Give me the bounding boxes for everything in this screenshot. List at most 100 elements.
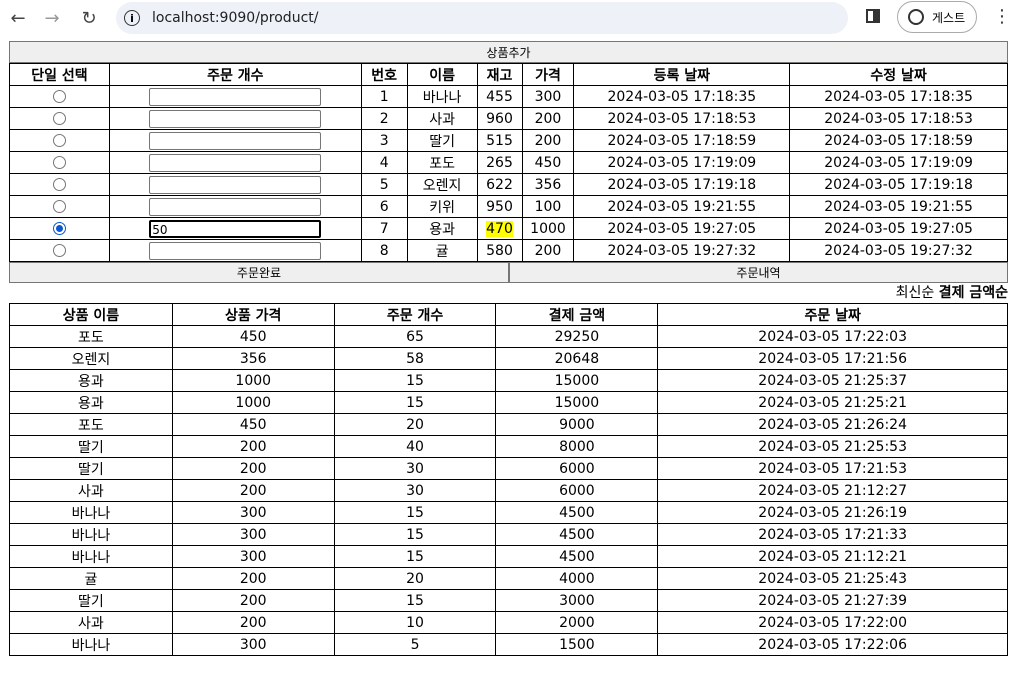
reload-icon[interactable]: ↻ — [74, 0, 104, 36]
order-qty-input[interactable]: 50 — [149, 219, 322, 238]
stock-cell: 950 — [476, 195, 523, 218]
select-radio[interactable] — [52, 200, 66, 213]
order-row: 오렌지 356 58 20648 2024-03-05 17:21:56 — [9, 347, 1008, 370]
name-cell: 귤 — [406, 239, 478, 262]
order-qty-cell: 15 — [333, 501, 497, 524]
header-product-price: 상품 가격 — [171, 303, 335, 326]
stock-cell: 960 — [476, 107, 523, 130]
add-product-button[interactable]: 상품추가 — [9, 41, 1008, 63]
select-radio[interactable] — [52, 112, 66, 125]
product-name-cell: 사과 — [9, 611, 173, 634]
order-history-button[interactable]: 주문내역 — [509, 262, 1008, 283]
product-price-cell: 300 — [171, 633, 335, 656]
product-name-cell: 오렌지 — [9, 347, 173, 370]
header-created: 등록 날짜 — [573, 63, 791, 86]
payment-amount-cell: 4500 — [495, 545, 659, 568]
order-qty-input[interactable] — [149, 197, 322, 216]
select-radio[interactable] — [52, 134, 66, 147]
product-name-cell: 사과 — [9, 479, 173, 502]
price-cell: 200 — [521, 129, 575, 152]
payment-amount-cell: 6000 — [495, 457, 659, 480]
product-name-cell: 바나나 — [9, 501, 173, 524]
order-row: 용과 1000 15 15000 2024-03-05 21:25:37 — [9, 369, 1008, 392]
stock-value: 622 — [486, 176, 513, 193]
order-qty-cell: 15 — [333, 523, 497, 546]
select-radio[interactable] — [52, 178, 66, 191]
order-qty-input[interactable] — [149, 87, 322, 106]
qty-cell — [108, 151, 362, 174]
select-cell — [9, 173, 110, 196]
select-radio[interactable] — [52, 222, 66, 235]
order-qty-cell: 40 — [333, 435, 497, 458]
qty-cell — [108, 239, 362, 262]
qty-cell — [108, 173, 362, 196]
select-radio[interactable] — [52, 244, 66, 257]
forward-arrow-icon[interactable]: → — [37, 0, 67, 36]
order-qty-input[interactable] — [149, 131, 322, 150]
order-row: 사과 200 10 2000 2024-03-05 17:22:00 — [9, 611, 1008, 634]
select-radio[interactable] — [52, 156, 66, 169]
order-qty-cell: 10 — [333, 611, 497, 634]
stock-cell: 580 — [476, 239, 523, 262]
product-price-cell: 200 — [171, 435, 335, 458]
order-qty-input[interactable] — [149, 109, 322, 128]
updated-cell: 2024-03-05 17:19:18 — [789, 173, 1008, 196]
stock-value: 470 — [486, 220, 513, 237]
address-bar[interactable]: i localhost:9090/product/ — [116, 2, 848, 34]
product-price-cell: 200 — [171, 567, 335, 590]
stock-value: 265 — [486, 154, 513, 171]
order-qty-input[interactable] — [149, 241, 322, 260]
price-cell: 300 — [521, 85, 575, 108]
order-qty-cell: 65 — [333, 325, 497, 348]
product-row: 50 7 용과 470 1000 2024-03-05 19:27:05 2024-03-0… — [9, 217, 1008, 240]
stock-cell: 265 — [476, 151, 523, 174]
order-row: 딸기 200 15 3000 2024-03-05 21:27:39 — [9, 589, 1008, 612]
order-qty-cell: 20 — [333, 413, 497, 436]
order-date-cell: 2024-03-05 21:12:27 — [657, 479, 1008, 502]
header-price: 가격 — [521, 63, 575, 86]
updated-cell: 2024-03-05 17:18:59 — [789, 129, 1008, 152]
header-updated: 수정 날짜 — [789, 63, 1008, 86]
sort-latest-link[interactable]: 최신순 — [896, 285, 935, 301]
page-content: 상품추가 단일 선택 주문 개수 번호 이름 재고 가격 등록 날짜 수정 날짜… — [9, 41, 1008, 656]
order-qty-cell: 30 — [333, 479, 497, 502]
stock-value: 950 — [486, 198, 513, 215]
product-price-cell: 200 — [171, 457, 335, 480]
payment-amount-cell: 15000 — [495, 391, 659, 414]
sort-amount-link[interactable]: 결제 금액순 — [939, 285, 1008, 301]
order-qty-cell: 5 — [333, 633, 497, 656]
order-qty-input[interactable] — [149, 175, 322, 194]
side-panel-icon[interactable] — [866, 9, 880, 23]
header-name: 이름 — [406, 63, 478, 86]
order-qty-cell: 15 — [333, 545, 497, 568]
id-cell: 6 — [360, 195, 408, 218]
product-name-cell: 용과 — [9, 391, 173, 414]
profile-button[interactable]: 게스트 — [897, 1, 977, 33]
order-row: 포도 450 20 9000 2024-03-05 21:26:24 — [9, 413, 1008, 436]
order-row: 포도 450 65 29250 2024-03-05 17:22:03 — [9, 325, 1008, 348]
back-arrow-icon[interactable]: ← — [3, 0, 33, 36]
product-name-cell: 귤 — [9, 567, 173, 590]
order-qty-cell: 15 — [333, 589, 497, 612]
payment-amount-cell: 6000 — [495, 479, 659, 502]
qty-cell — [108, 85, 362, 108]
updated-cell: 2024-03-05 19:27:05 — [789, 217, 1008, 240]
product-name-cell: 바나나 — [9, 545, 173, 568]
product-price-cell: 300 — [171, 545, 335, 568]
name-cell: 사과 — [406, 107, 478, 130]
url-text[interactable]: localhost:9090/product/ — [152, 10, 318, 26]
info-icon[interactable]: i — [124, 10, 140, 26]
complete-order-button[interactable]: 주문완료 — [9, 262, 509, 283]
created-cell: 2024-03-05 19:27:05 — [573, 217, 791, 240]
order-button-row: 주문완료 주문내역 — [9, 262, 1008, 283]
payment-amount-cell: 8000 — [495, 435, 659, 458]
order-qty-cell: 20 — [333, 567, 497, 590]
order-qty-input[interactable] — [149, 153, 322, 172]
product-price-cell: 200 — [171, 611, 335, 634]
order-qty-cell: 15 — [333, 369, 497, 392]
product-name-cell: 바나나 — [9, 523, 173, 546]
product-row: 1 바나나 455 300 2024-03-05 17:18:35 2024-03-05 … — [9, 85, 1008, 108]
payment-amount-cell: 3000 — [495, 589, 659, 612]
select-radio[interactable] — [52, 90, 66, 103]
more-vert-icon[interactable]: ⋮ — [993, 6, 1011, 27]
